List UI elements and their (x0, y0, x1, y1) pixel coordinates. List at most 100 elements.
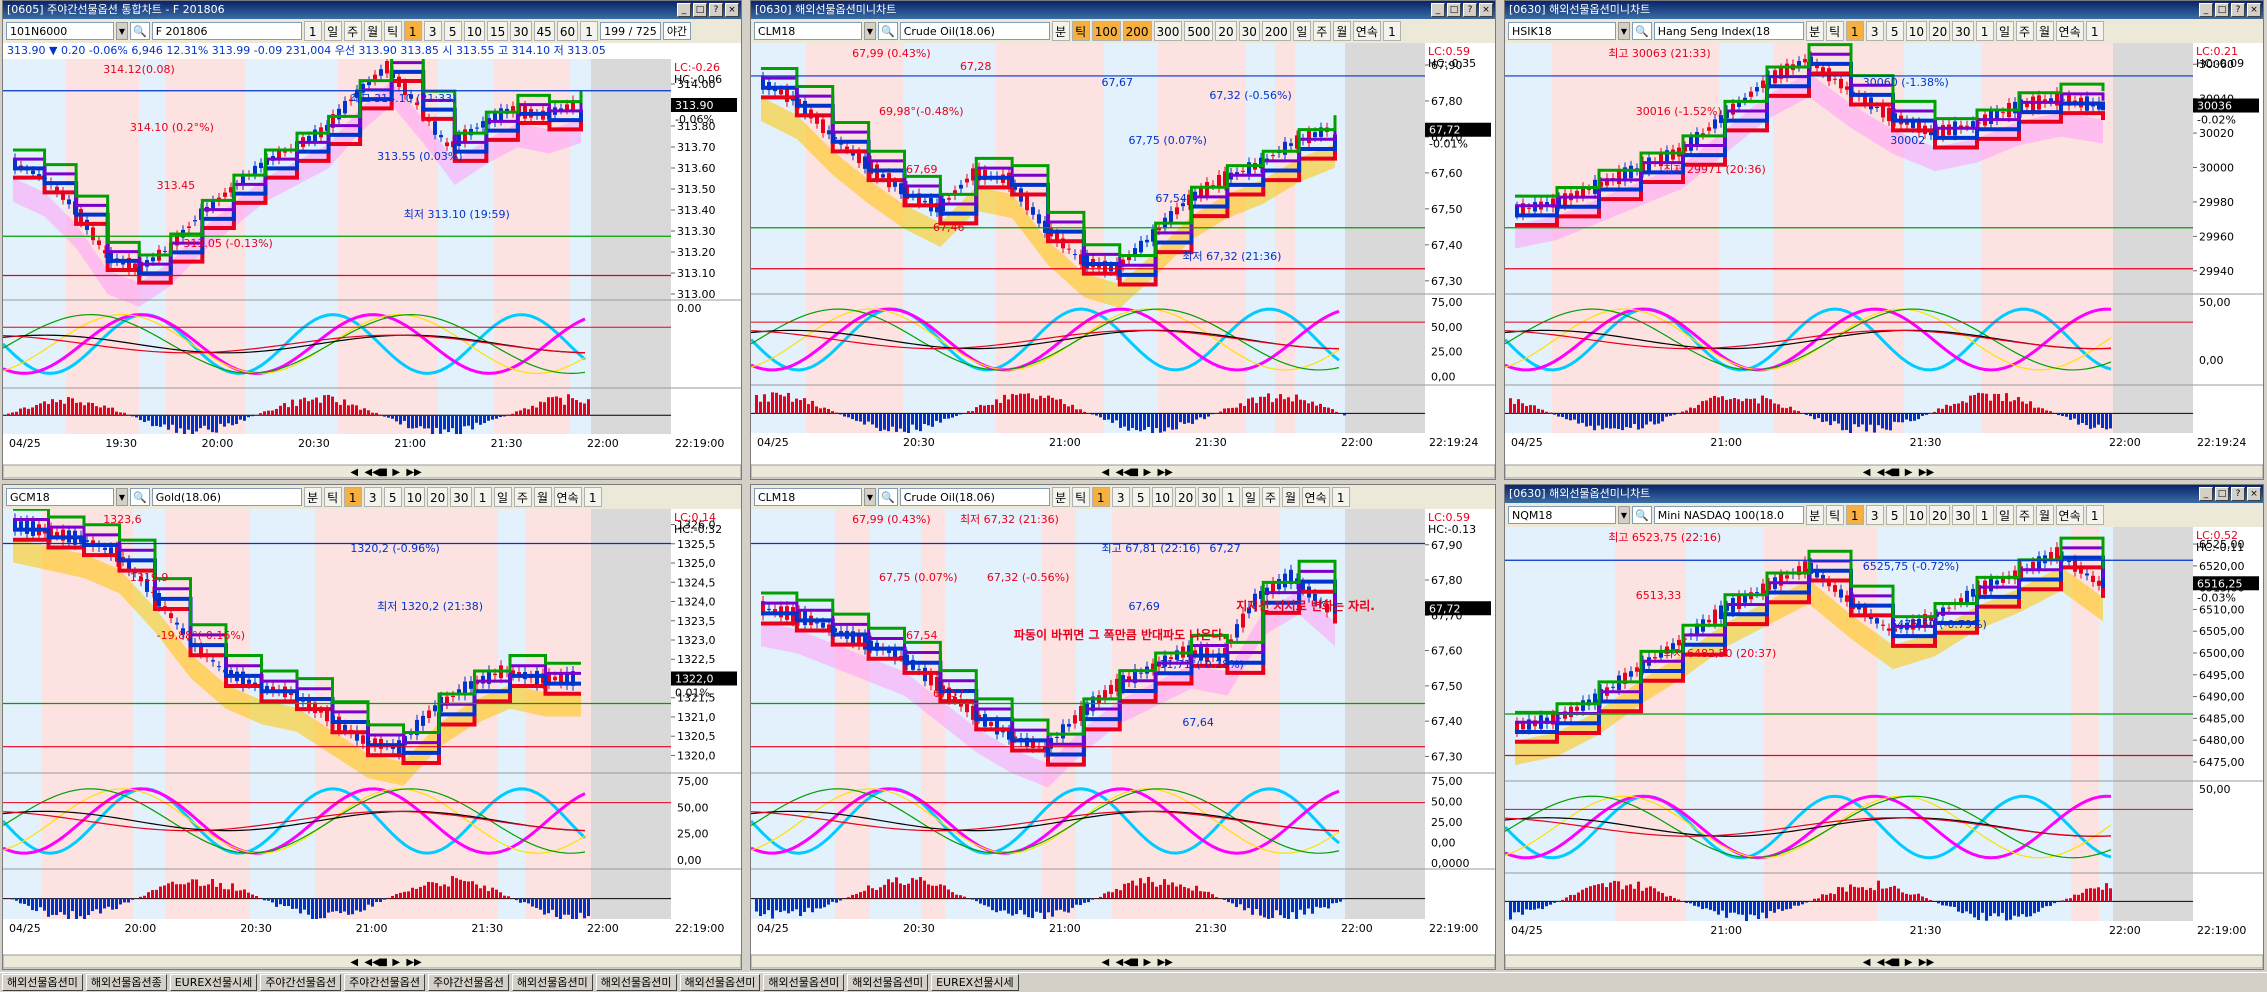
taskbar-item-1[interactable]: 해외선물옵션미 (2, 974, 83, 991)
symbol-dropdown-icon[interactable]: ▼ (864, 22, 876, 40)
toolbar-button-4[interactable]: 월 (363, 21, 382, 41)
symbol-dropdown-icon[interactable]: ▼ (116, 488, 128, 506)
toolbar-button-13[interactable]: 연속 (1301, 487, 1330, 507)
maximize-icon[interactable]: □ (2215, 487, 2229, 501)
chart-canvas[interactable]: 30060300403002030000299802996029940LC:0.… (1505, 43, 2263, 479)
scroll-control-icon[interactable]: ▶▶ (1157, 467, 1173, 478)
toolbar-button-6[interactable]: 1 (403, 21, 422, 41)
taskbar-item-7[interactable]: 해외선물옵션미 (511, 974, 593, 991)
toolbar-button-6[interactable]: 10 (1905, 505, 1927, 525)
taskbar-item-2[interactable]: 해외선물옵션종 (85, 974, 167, 991)
toolbar-button-11[interactable]: 주 (2015, 505, 2034, 525)
toolbar-button-2[interactable]: 틱 (1071, 21, 1090, 41)
symbol-code-input[interactable]: NQM18 (1508, 506, 1616, 524)
toolbar-button-12[interactable]: 월 (2035, 21, 2054, 41)
toolbar-button-4[interactable]: 3 (1865, 505, 1884, 525)
chart-canvas[interactable]: 314.00313.90313.80313.70313.60313.50313.… (3, 59, 741, 479)
scroll-control-icon[interactable]: ▶ (392, 467, 400, 478)
scroll-control-icon[interactable]: ◀ (1863, 467, 1871, 478)
toolbar-button-4[interactable]: 3 (1111, 487, 1130, 507)
minimize-icon[interactable]: _ (2199, 3, 2213, 17)
toolbar-button-5[interactable]: 5 (1131, 487, 1150, 507)
scroll-control-icon[interactable]: ■ (378, 467, 387, 478)
scroll-control-icon[interactable]: ▶ (1905, 467, 1913, 478)
toolbar-button-5[interactable]: 5 (1885, 21, 1904, 41)
toolbar-button-8[interactable]: 5 (443, 21, 462, 41)
toolbar-button-2[interactable]: 일 (323, 21, 342, 41)
taskbar-item-8[interactable]: 해외선물옵션미 (595, 974, 677, 991)
toolbar-button-2[interactable]: 틱 (323, 487, 342, 507)
close-icon[interactable]: × (725, 3, 739, 17)
toolbar-button-4[interactable]: 3 (1865, 21, 1884, 41)
toolbar-button-12[interactable]: 45 (533, 21, 555, 41)
scroll-control-icon[interactable]: ▶ (1143, 467, 1151, 478)
toolbar-button-10[interactable]: 일 (1241, 487, 1260, 507)
toolbar-button-3[interactable]: 1 (1845, 505, 1864, 525)
taskbar-item-4[interactable]: 주야간선물옵션 (260, 974, 342, 991)
symbol-code-input[interactable]: GCM18 (6, 488, 114, 506)
scroll-control-icon[interactable]: ◀ (1101, 957, 1109, 968)
toolbar-button-1[interactable]: 1 (303, 21, 322, 41)
help-icon[interactable]: ? (2231, 487, 2245, 501)
toolbar-button-14[interactable]: 1 (1331, 487, 1350, 507)
toolbar-button-3[interactable]: 1 (343, 487, 362, 507)
toolbar-button-4[interactable]: 200 (1122, 21, 1152, 41)
toolbar-button-5[interactable]: 틱 (383, 21, 402, 41)
toolbar-button-8[interactable]: 30 (1952, 505, 1974, 525)
toolbar-button-11[interactable]: 주 (513, 487, 532, 507)
symbol-dropdown-icon[interactable]: ▼ (864, 488, 876, 506)
symbol-dropdown-icon[interactable]: ▼ (116, 22, 128, 40)
toolbar-button-9[interactable]: 10 (463, 21, 485, 41)
toolbar-button-2[interactable]: 틱 (1071, 487, 1090, 507)
symbol-code-input[interactable]: HSIK18 (1508, 22, 1616, 40)
scroll-control-icon[interactable]: ▶▶ (1919, 467, 1935, 478)
scroll-control-icon[interactable]: ■ (1891, 957, 1900, 968)
toolbar-button-7[interactable]: 20 (1928, 21, 1951, 41)
scroll-control-icon[interactable]: ◀ (350, 957, 358, 968)
maximize-icon[interactable]: □ (2215, 3, 2229, 17)
close-icon[interactable]: × (2247, 3, 2261, 17)
toolbar-button-6[interactable]: 500 (1184, 21, 1214, 41)
toolbar-button-9[interactable]: 1 (1221, 487, 1240, 507)
taskbar-item-12[interactable]: EUREX선물시세 (931, 974, 1019, 991)
toolbar-button-14[interactable]: 1 (583, 487, 602, 507)
toolbar-button-1[interactable]: 분 (303, 487, 322, 507)
toolbar-button-10[interactable]: 15 (486, 21, 509, 41)
toolbar-button-1[interactable]: 분 (1805, 505, 1824, 525)
toolbar-button-10[interactable]: 일 (493, 487, 512, 507)
chart-canvas[interactable]: 1326,01325,51325,01324,51324,01323,51323… (3, 509, 741, 969)
toolbar-button-3[interactable]: 100 (1091, 21, 1121, 41)
search-icon[interactable]: 🔍 (878, 488, 898, 506)
toolbar-button-6[interactable]: 10 (1905, 21, 1927, 41)
scroll-control-icon[interactable]: ■ (1891, 467, 1900, 478)
toolbar-button-3[interactable]: 1 (1091, 487, 1110, 507)
chart-canvas[interactable]: 67,9067,8067,7067,6067,5067,4067,30LC:0.… (751, 43, 1495, 479)
toolbar-button-12[interactable]: 월 (533, 487, 552, 507)
toolbar-button-8[interactable]: 30 (1198, 487, 1220, 507)
toolbar-button-6[interactable]: 10 (1151, 487, 1173, 507)
maximize-icon[interactable]: □ (1447, 3, 1461, 17)
toolbar-button-13[interactable]: 연속 (553, 487, 582, 507)
help-icon[interactable]: ? (709, 3, 723, 17)
toolbar-button-7[interactable]: 20 (1215, 21, 1237, 41)
scroll-control-icon[interactable]: ▶▶ (406, 467, 422, 478)
taskbar-item-3[interactable]: EUREX선물시세 (169, 974, 258, 991)
toolbar-button-5[interactable]: 5 (1885, 505, 1904, 525)
toolbar-button-12[interactable]: 월 (2035, 505, 2054, 525)
toolbar-button-8[interactable]: 30 (1952, 21, 1974, 41)
toolbar-button-14[interactable]: 1 (2085, 21, 2104, 41)
toolbar-button-9[interactable]: 200 (1261, 21, 1291, 41)
toolbar-button-1[interactable]: 분 (1051, 21, 1070, 41)
search-icon[interactable]: 🔍 (878, 22, 898, 40)
search-icon[interactable]: 🔍 (130, 488, 150, 506)
toolbar-button-9[interactable]: 1 (1975, 505, 1994, 525)
minimize-icon[interactable]: _ (2199, 487, 2213, 501)
scroll-control-icon[interactable]: ▶▶ (1157, 957, 1173, 968)
toolbar-button-4[interactable]: 3 (363, 487, 382, 507)
scroll-control-icon[interactable]: ◀ (1863, 957, 1871, 968)
session-mode[interactable]: 야간 (662, 22, 692, 40)
toolbar-button-7[interactable]: 3 (423, 21, 442, 41)
search-icon[interactable]: 🔍 (1632, 506, 1652, 524)
toolbar-button-12[interactable]: 월 (1281, 487, 1300, 507)
toolbar-button-2[interactable]: 틱 (1825, 21, 1844, 41)
